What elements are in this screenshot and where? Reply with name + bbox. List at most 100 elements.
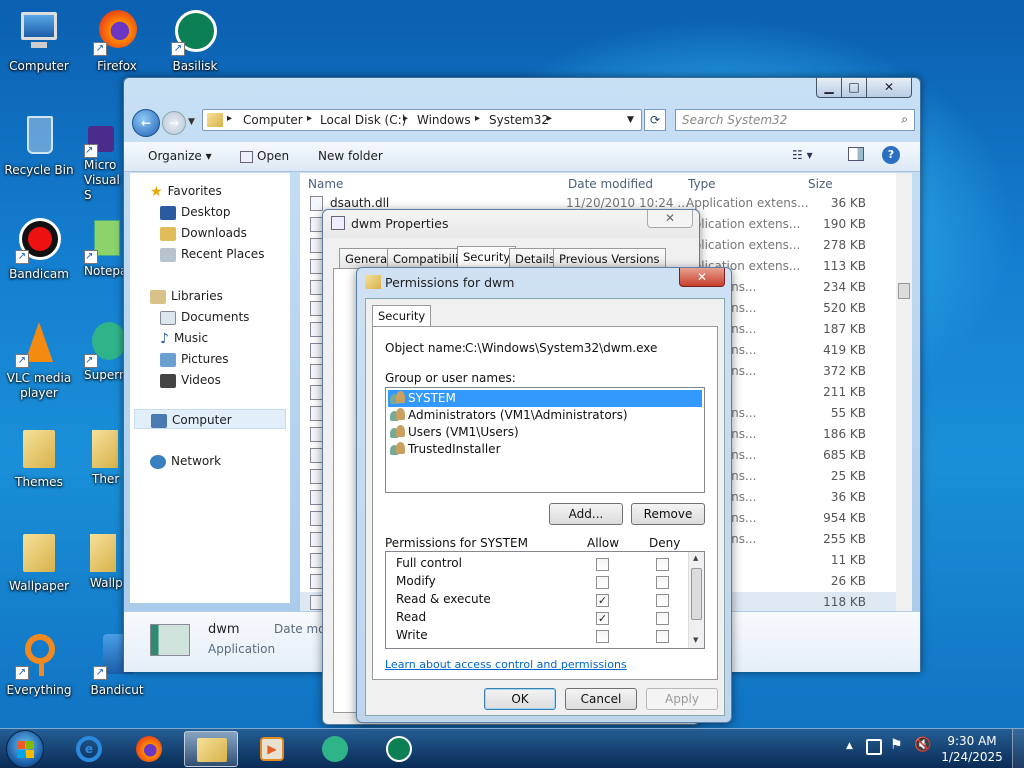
- scrollbar-thumb[interactable]: [898, 283, 910, 299]
- taskbar-media-player[interactable]: ▶: [244, 731, 298, 767]
- allow-checkbox[interactable]: ✓: [596, 594, 609, 607]
- details-date-label: Date mo: [274, 622, 326, 636]
- column-type[interactable]: Type: [688, 177, 716, 191]
- address-bar[interactable]: ▸ Computer ▸ Local Disk (C:) ▸ Windows ▸…: [202, 109, 642, 131]
- desktop-icon-basilisk[interactable]: ↗ Basilisk: [156, 8, 234, 74]
- nav-favorites[interactable]: ★ Favorites: [150, 181, 222, 201]
- file-size: 36 KB: [830, 196, 866, 210]
- breadcrumb-computer[interactable]: Computer: [243, 113, 303, 127]
- desktop-icon-vlc[interactable]: ↗ VLC media player: [0, 320, 78, 401]
- clock[interactable]: 9:30 AM 1/24/2025: [940, 733, 1004, 765]
- dialog-titlebar: Permissions for dwm ✕: [357, 268, 731, 296]
- desktop-icon-visual-studio[interactable]: ↗ Micro Visual S: [78, 126, 126, 203]
- start-button[interactable]: [6, 730, 44, 768]
- desktop-icon-recycle-bin[interactable]: Recycle Bin: [0, 112, 78, 178]
- new-folder-button[interactable]: New folder: [318, 149, 383, 163]
- preview-pane-icon[interactable]: [848, 147, 864, 161]
- view-options-icon[interactable]: ☷ ▾: [792, 148, 813, 162]
- nav-recent-places[interactable]: Recent Places: [160, 244, 264, 264]
- taskbar-internet-explorer[interactable]: e: [62, 731, 116, 767]
- allow-checkbox[interactable]: [596, 558, 609, 571]
- nav-downloads[interactable]: Downloads: [160, 223, 247, 243]
- file-size: 11 KB: [830, 553, 866, 567]
- nav-desktop[interactable]: Desktop: [160, 202, 231, 222]
- taskbar-supernova[interactable]: [308, 731, 362, 767]
- volume-muted-icon[interactable]: 🔇: [914, 737, 931, 753]
- taskbar-firefox[interactable]: [122, 731, 176, 767]
- nav-computer[interactable]: Computer: [134, 409, 286, 429]
- nav-network[interactable]: Network: [150, 451, 221, 471]
- desktop-icon-everything[interactable]: ↗ Everything: [0, 632, 78, 698]
- scrollbar-thumb[interactable]: [691, 568, 702, 620]
- nav-videos[interactable]: Videos: [160, 370, 221, 390]
- user-users[interactable]: Users (VM1\Users): [408, 425, 519, 439]
- breadcrumb-windows[interactable]: Windows: [417, 113, 471, 127]
- tab-security[interactable]: Security: [457, 246, 517, 268]
- allow-checkbox[interactable]: [596, 630, 609, 643]
- breadcrumb-separator: ▸: [547, 113, 553, 124]
- allow-checkbox[interactable]: [596, 576, 609, 589]
- vertical-scrollbar[interactable]: [896, 173, 912, 613]
- close-button[interactable]: ✕: [679, 268, 725, 287]
- user-administrators[interactable]: Administrators (VM1\Administrators): [408, 408, 628, 422]
- nav-pictures[interactable]: Pictures: [160, 349, 229, 369]
- desktop-icon-supern[interactable]: ↗ Supern: [78, 320, 124, 383]
- deny-checkbox[interactable]: [656, 558, 669, 571]
- desktop-icon-computer[interactable]: Computer: [0, 8, 78, 74]
- deny-checkbox[interactable]: [656, 612, 669, 625]
- search-input[interactable]: Search System32 ⌕: [675, 109, 915, 131]
- desktop-icon-ther[interactable]: Ther: [78, 424, 124, 487]
- deny-checkbox[interactable]: [656, 630, 669, 643]
- user-system[interactable]: SYSTEM: [408, 391, 456, 405]
- taskbar-basilisk[interactable]: [372, 731, 426, 767]
- column-date-modified[interactable]: Date modified: [568, 177, 653, 191]
- deny-checkbox[interactable]: [656, 576, 669, 589]
- allow-checkbox[interactable]: ✓: [596, 612, 609, 625]
- nav-music[interactable]: ♪ Music: [160, 328, 208, 348]
- forward-button[interactable]: →: [162, 111, 186, 135]
- organize-button[interactable]: Organize ▾: [148, 149, 212, 163]
- nav-documents[interactable]: Documents: [160, 307, 249, 327]
- action-center-flag-icon[interactable]: ⚑: [890, 737, 903, 753]
- show-desktop-button[interactable]: [1012, 729, 1024, 768]
- tab-security[interactable]: Security: [372, 305, 432, 327]
- permissions-scrollbar[interactable]: ▲ ▼: [688, 552, 704, 648]
- recent-pages-dropdown[interactable]: ▼: [188, 117, 195, 127]
- libraries-icon: [150, 289, 166, 304]
- nav-libraries[interactable]: Libraries: [150, 286, 223, 306]
- tab-previous-versions[interactable]: Previous Versions: [553, 248, 666, 268]
- close-button[interactable]: ✕: [866, 78, 912, 98]
- network-tray-icon[interactable]: [866, 739, 882, 755]
- back-button[interactable]: ←: [132, 109, 160, 137]
- ok-button[interactable]: OK: [484, 688, 556, 710]
- learn-access-control-link[interactable]: Learn about access control and permissio…: [385, 658, 627, 671]
- apply-button[interactable]: Apply: [646, 688, 718, 710]
- desktop-icon-notepad[interactable]: ↗ Notepa: [78, 216, 124, 279]
- address-dropdown-icon[interactable]: ▼: [627, 115, 634, 125]
- desktop-icon-bandicam[interactable]: ↗ Bandicam: [0, 216, 78, 282]
- open-button[interactable]: Open: [240, 149, 289, 163]
- close-button[interactable]: ✕: [647, 210, 693, 228]
- desktop-icon-wallpaper[interactable]: Wallpaper: [0, 528, 78, 594]
- user-trustedinstaller[interactable]: TrustedInstaller: [408, 442, 501, 456]
- documents-icon: [160, 310, 176, 325]
- taskbar-explorer[interactable]: [184, 731, 238, 767]
- show-hidden-icons-icon[interactable]: ▲: [846, 741, 853, 751]
- deny-checkbox[interactable]: [656, 594, 669, 607]
- add-button[interactable]: Add...: [549, 503, 623, 525]
- desktop-icon-themes[interactable]: Themes: [0, 424, 78, 490]
- desktop-icon-wallp[interactable]: Wallp: [78, 528, 124, 591]
- column-name[interactable]: Name: [308, 177, 343, 191]
- cancel-button[interactable]: Cancel: [565, 688, 637, 710]
- breadcrumb-local-disk[interactable]: Local Disk (C:): [320, 113, 406, 127]
- user-listbox[interactable]: SYSTEM Administrators (VM1\Administrator…: [385, 387, 705, 493]
- breadcrumb-system32[interactable]: System32: [489, 113, 549, 127]
- column-size[interactable]: Size: [808, 177, 833, 191]
- desktop-icon-firefox[interactable]: ↗ Firefox: [78, 8, 156, 74]
- minimize-button[interactable]: ▁: [816, 78, 842, 98]
- user-group-icon: [390, 408, 405, 422]
- refresh-button[interactable]: ⟳: [644, 109, 666, 131]
- maximize-button[interactable]: □: [841, 78, 867, 98]
- remove-button[interactable]: Remove: [631, 503, 705, 525]
- help-icon[interactable]: ?: [882, 146, 900, 164]
